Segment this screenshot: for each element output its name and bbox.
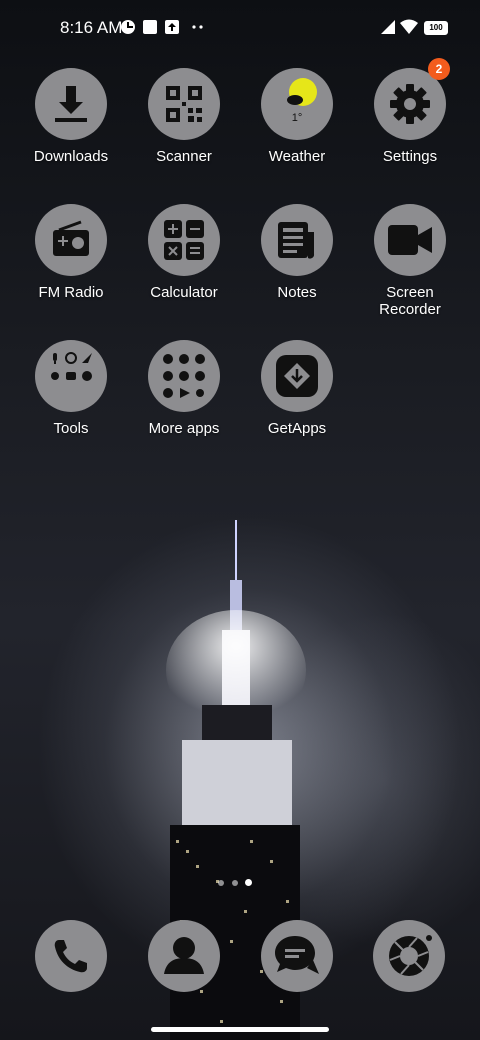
notification-badge: 2 [428, 58, 450, 80]
app-notes[interactable]: Notes [241, 204, 353, 301]
getapps-icon [261, 340, 333, 412]
app-calculator[interactable]: Calculator [128, 204, 240, 301]
folder-tools[interactable]: Tools [15, 340, 127, 437]
gear-icon: 2 [374, 58, 450, 140]
phone-icon[interactable] [35, 920, 107, 992]
video-camera-icon [374, 204, 446, 276]
app-label: More apps [148, 420, 220, 437]
battery-icon: 100 [424, 21, 448, 35]
app-label: Screen Recorder [379, 284, 441, 318]
weather-icon: 1° [261, 68, 333, 140]
app-label: Weather [268, 148, 326, 165]
folder-more-apps[interactable]: More apps [128, 340, 240, 437]
gallery-notification-icon [142, 19, 158, 35]
folder-icon [148, 340, 220, 412]
wifi-icon [400, 19, 418, 35]
page-dot-active [245, 879, 252, 886]
camera-icon[interactable] [373, 920, 445, 992]
page-indicator [216, 878, 264, 888]
app-weather[interactable]: 1° Weather [241, 68, 353, 165]
messages-icon[interactable] [261, 920, 333, 992]
app-label: Scanner [156, 148, 212, 165]
app-downloads[interactable]: Downloads [15, 68, 127, 165]
app-label: Notes [277, 284, 317, 301]
upload-notification-icon [164, 19, 180, 35]
app-fm-radio[interactable]: FM Radio [15, 204, 127, 301]
page-dot [218, 880, 224, 886]
app-getapps[interactable]: GetApps [241, 340, 353, 437]
contacts-icon[interactable] [148, 920, 220, 992]
status-bar: 8:16 AM 100 [0, 0, 480, 56]
app-scanner[interactable]: Scanner [128, 68, 240, 165]
calculator-icon [148, 204, 220, 276]
app-label: Calculator [150, 284, 218, 301]
radio-icon [35, 204, 107, 276]
gesture-navigation-bar[interactable] [151, 1027, 329, 1032]
weather-temperature: 1° [291, 112, 303, 124]
app-label: Settings [382, 148, 438, 165]
app-label: Tools [53, 420, 89, 437]
folder-icon [35, 340, 107, 412]
app-label: GetApps [267, 420, 327, 437]
app-notification-icon [120, 19, 136, 35]
app-settings[interactable]: 2 Settings [354, 58, 466, 165]
download-icon [35, 68, 107, 140]
signal-icon [380, 19, 396, 35]
app-screen-recorder[interactable]: Screen Recorder [354, 204, 466, 318]
clock: 8:16 AM [60, 18, 123, 37]
app-label: FM Radio [38, 284, 104, 301]
qr-code-icon [148, 68, 220, 140]
more-notifications-icon [190, 19, 206, 35]
notes-icon [261, 204, 333, 276]
page-dot [232, 880, 238, 886]
app-label: Downloads [33, 148, 109, 165]
